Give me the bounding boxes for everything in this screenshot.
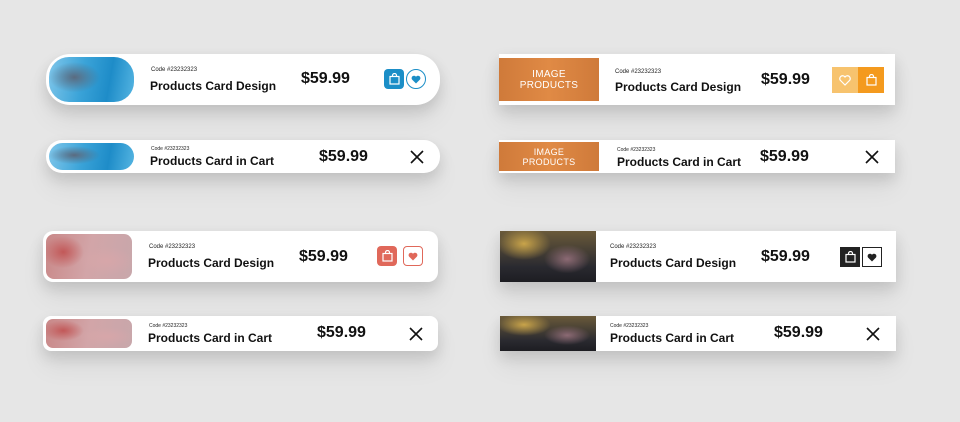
close-icon[interactable] [865, 150, 879, 164]
product-card-red-design[interactable]: Code #23232323 Products Card Design $59.… [43, 231, 438, 282]
add-to-cart-button[interactable] [858, 67, 884, 93]
product-title: Products Card in Cart [150, 154, 275, 168]
product-price: $59.99 [301, 70, 350, 87]
product-card-dark-cart[interactable]: Code #23232323 Products Card in Cart $59… [500, 316, 896, 351]
product-code: Code #23232323 [149, 244, 196, 250]
product-price: $59.99 [317, 324, 366, 341]
product-title: Products Card in Cart [148, 331, 273, 345]
close-icon[interactable] [410, 150, 424, 164]
bag-icon [865, 74, 877, 86]
product-title: Products Card Design [610, 256, 737, 270]
product-code: Code #23232323 [149, 323, 188, 329]
product-image-placeholder: IMAGE PRODUCTS [499, 58, 599, 101]
bag-icon [844, 251, 856, 263]
product-image [500, 316, 596, 351]
product-image [500, 231, 596, 282]
product-card-blue-design[interactable]: Code #23232323 Products Card Design $59.… [46, 54, 440, 105]
product-price: $59.99 [319, 148, 368, 165]
product-image [49, 57, 134, 102]
wishlist-button[interactable] [862, 247, 882, 267]
close-icon[interactable] [866, 327, 880, 341]
add-to-cart-button[interactable] [384, 69, 404, 89]
product-card-orange-cart[interactable]: IMAGE PRODUCTS Code #23232323 Products C… [499, 140, 895, 173]
product-card-orange-design[interactable]: IMAGE PRODUCTS Code #23232323 Products C… [499, 54, 895, 105]
heart-icon [411, 75, 421, 83]
add-to-cart-button[interactable] [840, 247, 860, 267]
product-card-red-cart[interactable]: Code #23232323 Products Card in Cart $59… [43, 316, 438, 351]
wishlist-button[interactable] [832, 67, 858, 93]
product-title: Products Card Design [150, 79, 277, 93]
close-icon[interactable] [409, 327, 423, 341]
product-code: Code #23232323 [617, 147, 656, 153]
add-to-cart-button[interactable] [377, 246, 397, 266]
product-code: Code #23232323 [610, 244, 657, 250]
wishlist-button[interactable] [406, 69, 426, 89]
product-card-blue-cart[interactable]: Code #23232323 Products Card in Cart $59… [46, 140, 440, 173]
product-price: $59.99 [761, 71, 810, 88]
product-title: Products Card in Cart [610, 331, 735, 345]
product-code: Code #23232323 [610, 323, 649, 329]
bag-icon [388, 73, 400, 85]
image-placeholder-line1: IMAGE [533, 146, 565, 157]
product-image [46, 319, 132, 348]
product-price: $59.99 [299, 248, 348, 265]
product-price: $59.99 [760, 148, 809, 165]
product-image-placeholder: IMAGE PRODUCTS [499, 142, 599, 171]
product-image [49, 143, 134, 170]
product-title: Products Card Design [148, 256, 275, 270]
product-code: Code #23232323 [615, 69, 662, 75]
heart-icon [867, 253, 877, 261]
image-placeholder-line2: PRODUCTS [522, 156, 576, 167]
heart-icon [408, 252, 418, 260]
product-image [46, 234, 132, 279]
product-price: $59.99 [774, 324, 823, 341]
bag-icon [381, 250, 393, 262]
image-placeholder-line1: IMAGE [532, 68, 566, 80]
wishlist-button[interactable] [403, 246, 423, 266]
product-title: Products Card in Cart [617, 155, 742, 169]
product-price: $59.99 [761, 248, 810, 265]
product-card-dark-design[interactable]: Code #23232323 Products Card Design $59.… [500, 231, 896, 282]
image-placeholder-line2: PRODUCTS [519, 79, 579, 91]
product-code: Code #23232323 [151, 146, 190, 152]
heart-icon [839, 74, 851, 86]
product-title: Products Card Design [615, 80, 742, 94]
product-code: Code #23232323 [151, 67, 198, 73]
